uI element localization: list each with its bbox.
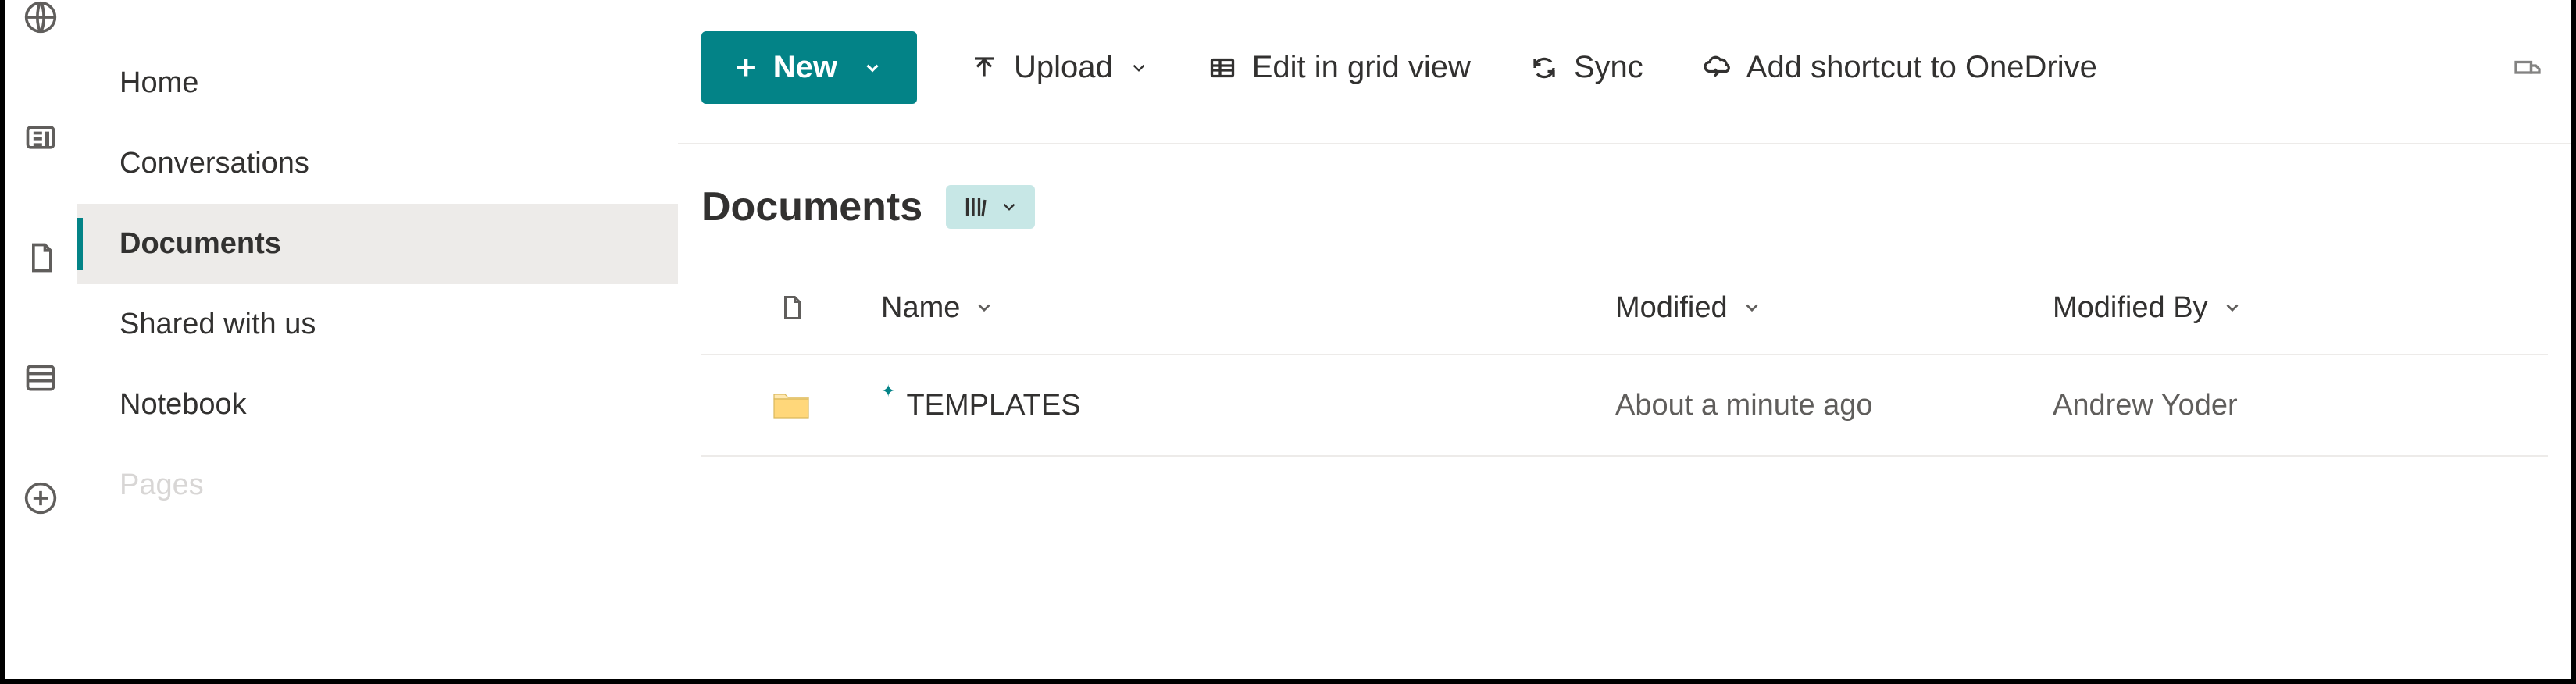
upload-icon: [970, 54, 998, 82]
sidebar-item-label: Home: [120, 66, 198, 99]
column-name-label: Name: [881, 291, 960, 325]
chevron-down-icon: [999, 197, 1019, 217]
sidebar-item-home[interactable]: Home: [77, 43, 678, 123]
new-button[interactable]: + New: [701, 31, 917, 104]
sidebar-item-label: Pages: [120, 468, 204, 501]
upload-label: Upload: [1014, 50, 1113, 85]
sidebar-item-label: Documents: [120, 227, 281, 260]
truck-icon: [2514, 54, 2542, 82]
library-icon: [962, 193, 990, 221]
new-button-label: New: [773, 50, 837, 85]
plus-icon: +: [736, 51, 756, 85]
chevron-down-icon: [2222, 297, 2242, 318]
sync-button[interactable]: Sync: [1524, 42, 1650, 93]
view-selector[interactable]: [946, 185, 1035, 229]
folder-icon: [772, 390, 810, 421]
sidebar-item-label: Conversations: [120, 147, 309, 180]
onedrive-shortcut-icon: [1703, 54, 1731, 82]
column-modified[interactable]: Modified: [1615, 291, 2053, 325]
file-icon[interactable]: [23, 240, 58, 275]
command-bar: + New Upload Edit in grid view Sync Add …: [678, 0, 2571, 144]
sidebar-nav: Home Conversations Documents Shared with…: [77, 0, 678, 679]
column-modified-by-label: Modified By: [2053, 291, 2208, 325]
globe-icon[interactable]: [23, 0, 58, 34]
add-shortcut-label: Add shortcut to OneDrive: [1746, 50, 2097, 85]
row-type-icon-cell: [701, 390, 881, 421]
chevron-down-icon: [862, 58, 883, 78]
upload-button[interactable]: Upload: [964, 42, 1155, 93]
page-heading-row: Documents: [678, 144, 2571, 262]
edit-grid-button[interactable]: Edit in grid view: [1202, 42, 1477, 93]
sidebar-item-label: Shared with us: [120, 308, 316, 340]
sidebar-item-conversations[interactable]: Conversations: [77, 123, 678, 204]
chevron-down-icon: [1129, 58, 1149, 78]
news-icon[interactable]: [23, 120, 58, 155]
add-icon[interactable]: [23, 481, 58, 515]
sidebar-item-label: Notebook: [120, 388, 247, 421]
table-row[interactable]: ✦ TEMPLATES About a minute ago Andrew Yo…: [701, 355, 2548, 457]
add-shortcut-button[interactable]: Add shortcut to OneDrive: [1697, 42, 2103, 93]
row-modified-by-cell: Andrew Yoder: [2053, 389, 2459, 422]
main-content: + New Upload Edit in grid view Sync Add …: [678, 0, 2571, 679]
sync-icon: [1530, 54, 1558, 82]
more-toolbar-item[interactable]: [2507, 46, 2548, 90]
row-modified-cell: About a minute ago: [1615, 389, 2053, 422]
table-header-row: Name Modified Modified By: [701, 262, 2548, 355]
edit-grid-label: Edit in grid view: [1252, 50, 1471, 85]
column-modified-by[interactable]: Modified By: [2053, 291, 2459, 325]
sidebar-item-pages[interactable]: Pages: [77, 445, 678, 525]
document-table: Name Modified Modified By ✦: [678, 262, 2571, 457]
row-name: TEMPLATES: [906, 389, 1080, 422]
column-modified-label: Modified: [1615, 291, 1728, 325]
grid-icon: [1208, 54, 1236, 82]
left-icon-rail: [5, 0, 77, 679]
sidebar-item-documents[interactable]: Documents: [77, 204, 678, 284]
column-type[interactable]: [701, 294, 881, 322]
sync-label: Sync: [1574, 50, 1643, 85]
column-name[interactable]: Name: [881, 291, 1615, 325]
chevron-down-icon: [1742, 297, 1762, 318]
row-name-cell: ✦ TEMPLATES: [881, 389, 1615, 422]
file-icon: [777, 294, 805, 322]
page-title: Documents: [701, 183, 922, 230]
list-icon[interactable]: [23, 361, 58, 395]
chevron-down-icon: [974, 297, 994, 318]
sidebar-item-shared-with-us[interactable]: Shared with us: [77, 284, 678, 365]
new-indicator-icon: ✦: [881, 381, 895, 401]
sidebar-item-notebook[interactable]: Notebook: [77, 365, 678, 445]
